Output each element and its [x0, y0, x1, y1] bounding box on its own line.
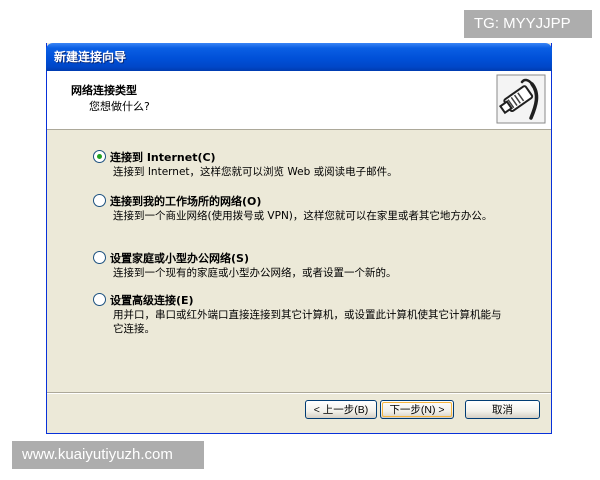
- option-advanced-desc: 用并口，串口或红外端口直接连接到其它计算机，或设置此计算机使其它计算机能与它连接…: [113, 309, 502, 335]
- radio-home-network[interactable]: [93, 251, 106, 264]
- new-connection-wizard-window: 新建连接向导 网络连接类型 您想做什么? 连接到 Internet(C) 连接到…: [46, 43, 552, 434]
- radio-workplace[interactable]: [93, 194, 106, 207]
- option-internet-desc: 连接到 Internet，这样您就可以浏览 Web 或阅读电子邮件。: [113, 166, 398, 178]
- watermark-bottom: www.kuaiyutiyuzh.com: [12, 441, 204, 469]
- option-workplace-desc: 连接到一个商业网络(使用拨号或 VPN)，这样您就可以在家里或者其它地方办公。: [113, 210, 493, 222]
- network-cable-plug-icon: [496, 74, 546, 124]
- cancel-button[interactable]: 取消: [465, 400, 540, 419]
- watermark-top: TG: MYYJJPP: [464, 10, 592, 38]
- option-workplace-label[interactable]: 连接到我的工作场所的网络(O): [110, 193, 261, 209]
- title-bar[interactable]: 新建连接向导: [46, 43, 552, 71]
- wizard-content: 连接到 Internet(C) 连接到 Internet，这样您就可以浏览 We…: [47, 130, 551, 392]
- radio-internet[interactable]: [93, 150, 106, 163]
- header-subtitle: 您想做什么?: [89, 100, 150, 113]
- option-advanced-label[interactable]: 设置高级连接(E): [110, 292, 194, 308]
- option-home-network-label[interactable]: 设置家庭或小型办公网络(S): [110, 250, 249, 266]
- radio-advanced[interactable]: [93, 293, 106, 306]
- back-button[interactable]: < 上一步(B): [305, 400, 377, 419]
- window-title: 新建连接向导: [54, 50, 127, 64]
- header-title: 网络连接类型: [71, 84, 137, 97]
- option-home-network-desc: 连接到一个现有的家庭或小型办公网络，或者设置一个新的。: [113, 267, 397, 279]
- button-separator: [47, 392, 551, 394]
- next-button[interactable]: 下一步(N) >: [380, 400, 454, 419]
- option-internet-label[interactable]: 连接到 Internet(C): [110, 149, 216, 165]
- wizard-header: 网络连接类型 您想做什么?: [47, 71, 551, 130]
